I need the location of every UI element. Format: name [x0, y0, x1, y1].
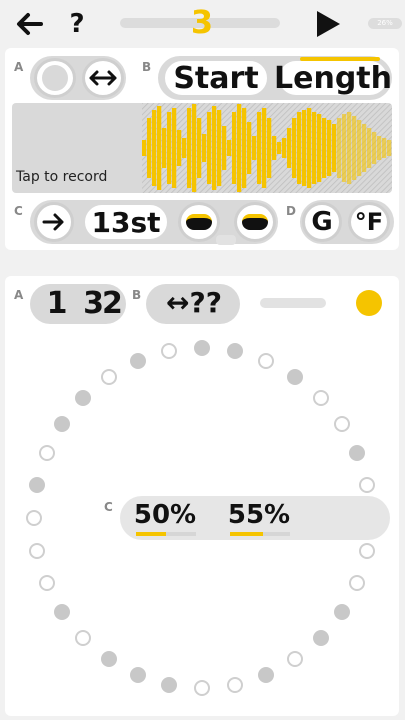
step-dot[interactable] [29, 476, 46, 493]
section-label-c: C [104, 500, 113, 514]
step-dot[interactable] [312, 630, 329, 647]
step-dot[interactable] [129, 667, 146, 684]
step-dot[interactable] [100, 368, 117, 385]
step-dot[interactable] [75, 389, 92, 406]
step-dot[interactable] [258, 352, 275, 369]
step-dot[interactable] [38, 575, 55, 592]
step-dot[interactable] [312, 389, 329, 406]
probability-left-fill [136, 532, 166, 536]
probability-left-bar [136, 532, 196, 536]
step-dot[interactable] [54, 415, 71, 432]
step-dot[interactable] [349, 575, 366, 592]
step-dot[interactable] [161, 676, 178, 693]
step-dot[interactable] [333, 415, 350, 432]
step-dot[interactable] [358, 543, 375, 560]
probability-right-fill [230, 532, 263, 536]
step-dot[interactable] [29, 543, 46, 560]
step-dot[interactable] [349, 444, 366, 461]
step-dot[interactable] [287, 651, 304, 668]
step-dot[interactable] [226, 343, 243, 360]
step-dot[interactable] [26, 510, 42, 526]
step-ring [0, 0, 405, 720]
step-dot[interactable] [75, 630, 92, 647]
step-dot[interactable] [333, 604, 350, 621]
step-dot[interactable] [54, 604, 71, 621]
step-dot[interactable] [38, 444, 55, 461]
step-dot[interactable] [100, 651, 117, 668]
step-dot[interactable] [129, 352, 146, 369]
probability-right-value[interactable]: 55% [226, 500, 292, 536]
step-dot[interactable] [226, 676, 243, 693]
step-dot[interactable] [194, 340, 210, 356]
probability-right-bar [230, 532, 290, 536]
probability-left-value[interactable]: 50% [132, 500, 198, 536]
step-dot[interactable] [161, 343, 178, 360]
step-dot[interactable] [358, 476, 375, 493]
step-dot[interactable] [287, 368, 304, 385]
step-dot[interactable] [194, 680, 210, 696]
step-dot[interactable] [258, 667, 275, 684]
